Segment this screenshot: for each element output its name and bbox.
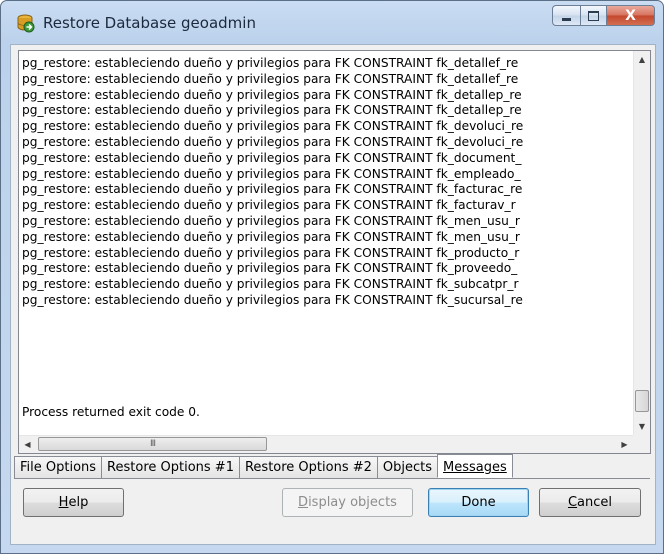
display-objects-button[interactable]: Display objects	[282, 488, 413, 517]
log-line: pg_restore: estableciendo dueño y privil…	[22, 87, 522, 102]
log-line: pg_restore: estableciendo dueño y privil…	[22, 150, 522, 165]
help-button[interactable]: Help	[23, 488, 124, 517]
tab-messages[interactable]: Messages	[437, 454, 513, 478]
horizontal-scrollbar[interactable]: ◀ III ▶	[19, 435, 633, 453]
log-line: pg_restore: estableciendo dueño y privil…	[22, 245, 520, 260]
maximize-icon	[588, 10, 599, 21]
log-line: pg_restore: estableciendo dueño y privil…	[22, 261, 518, 276]
log-line: pg_restore: estableciendo dueño y privil…	[22, 198, 516, 213]
vertical-scrollbar[interactable]: ▲ ▼	[633, 51, 650, 435]
horizontal-scroll-thumb[interactable]: III	[38, 437, 267, 451]
tab-divider	[14, 478, 650, 479]
caption-buttons: X	[552, 5, 655, 27]
restore-database-window: Restore Database geoadmin X pg_restore: …	[0, 0, 664, 554]
vertical-scroll-thumb[interactable]	[635, 390, 649, 412]
log-line: pg_restore: estableciendo dueño y privil…	[22, 56, 519, 70]
tab-strip: File Options Restore Options #1 Restore …	[14, 454, 513, 479]
log-line: pg_restore: estableciendo dueño y privil…	[22, 229, 520, 244]
scroll-down-arrow-icon[interactable]: ▼	[634, 418, 650, 435]
dialog-buttons: Help Display objects Done Cancel	[11, 488, 655, 518]
tab-restore-options-2[interactable]: Restore Options #2	[238, 456, 378, 478]
log-line: pg_restore: estableciendo dueño y privil…	[22, 166, 521, 181]
log-line: pg_restore: estableciendo dueño y privil…	[22, 103, 522, 118]
scrollbar-corner	[633, 435, 650, 453]
log-line: pg_restore: estableciendo dueño y privil…	[22, 134, 524, 149]
log-line: pg_restore: estableciendo dueño y privil…	[22, 292, 523, 307]
log-line: pg_restore: estableciendo dueño y privil…	[22, 119, 524, 134]
log-lines: pg_restore: estableciendo dueño y privil…	[22, 56, 631, 411]
done-button[interactable]: Done	[428, 488, 529, 517]
minimize-icon	[562, 17, 571, 21]
window-title: Restore Database geoadmin	[43, 14, 256, 32]
close-icon: X	[625, 7, 636, 24]
scroll-up-arrow-icon[interactable]: ▲	[634, 51, 650, 68]
cancel-button[interactable]: Cancel	[539, 488, 641, 517]
log-line: pg_restore: estableciendo dueño y privil…	[22, 182, 523, 197]
scroll-right-arrow-icon[interactable]: ▶	[616, 436, 633, 453]
messages-log[interactable]: pg_restore: estableciendo dueño y privil…	[18, 50, 651, 454]
title-bar[interactable]: Restore Database geoadmin X	[1, 1, 663, 45]
database-restore-icon	[17, 14, 35, 33]
maximize-button[interactable]	[580, 5, 607, 26]
process-exit-message: Process returned exit code 0.	[22, 405, 200, 419]
log-line: pg_restore: estableciendo dueño y privil…	[22, 213, 520, 228]
tab-restore-options-1[interactable]: Restore Options #1	[101, 456, 240, 478]
log-line: pg_restore: estableciendo dueño y privil…	[22, 277, 519, 292]
tab-file-options[interactable]: File Options	[14, 456, 103, 478]
minimize-button[interactable]	[552, 5, 580, 26]
dialog-client-area: pg_restore: estableciendo dueño y privil…	[10, 44, 656, 545]
tab-objects[interactable]: Objects	[376, 456, 439, 478]
close-button[interactable]: X	[607, 5, 655, 26]
scroll-grip-icon: III	[150, 439, 156, 449]
log-line: pg_restore: estableciendo dueño y privil…	[22, 71, 519, 86]
scroll-left-arrow-icon[interactable]: ◀	[19, 436, 36, 453]
